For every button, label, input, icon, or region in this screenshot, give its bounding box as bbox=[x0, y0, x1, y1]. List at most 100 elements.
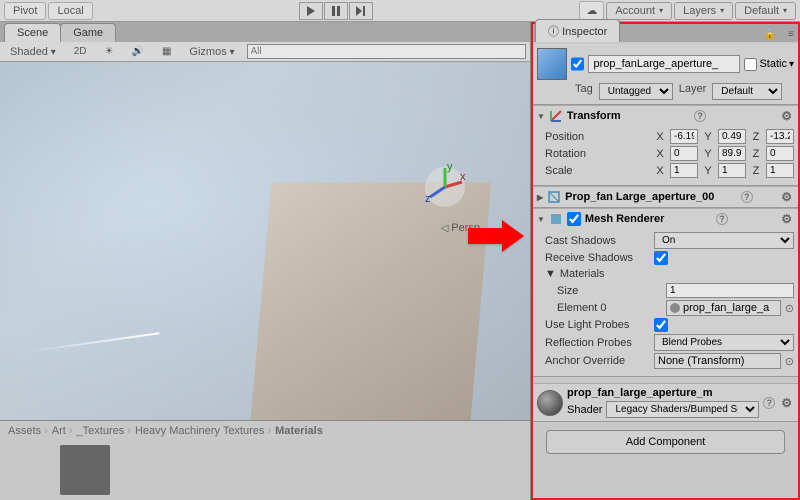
pivot-button[interactable]: Pivot bbox=[4, 2, 46, 20]
layers-dropdown[interactable]: Layers bbox=[674, 2, 733, 20]
meshrenderer-component: ▼ Mesh Renderer ? ⚙ Cast Shadows On bbox=[533, 208, 798, 377]
rotation-label: Rotation bbox=[545, 148, 650, 160]
rotation-x[interactable] bbox=[670, 146, 698, 161]
tag-label: Tag bbox=[575, 83, 593, 100]
tab-inspector[interactable]: ⓘ Inspector bbox=[535, 19, 620, 42]
light-probes-label: Use Light Probes bbox=[545, 319, 650, 331]
crumb-4[interactable]: Materials bbox=[275, 425, 323, 437]
light-probes-checkbox[interactable] bbox=[654, 318, 668, 332]
svg-text:z: z bbox=[425, 193, 431, 205]
mesh-icon bbox=[547, 190, 561, 204]
asset-thumbnail[interactable] bbox=[60, 445, 110, 495]
position-z[interactable] bbox=[766, 129, 794, 144]
material-header[interactable]: prop_fan_large_aperture_m Shader Legacy … bbox=[533, 384, 798, 421]
receive-shadows-label: Receive Shadows bbox=[545, 252, 650, 264]
crumb-0[interactable]: Assets bbox=[8, 425, 48, 437]
shader-select[interactable]: Legacy Shaders/Bumped Spe bbox=[606, 401, 759, 418]
play-button[interactable] bbox=[299, 2, 323, 20]
gear-icon[interactable]: ⚙ bbox=[779, 109, 794, 123]
gizmos-dropdown[interactable]: Gizmos ▾ bbox=[183, 44, 240, 60]
svg-text:x: x bbox=[460, 171, 466, 183]
gameobject-name-input[interactable] bbox=[588, 55, 740, 73]
material-component: prop_fan_large_aperture_m Shader Legacy … bbox=[533, 383, 798, 422]
tab-game[interactable]: Game bbox=[60, 23, 116, 42]
add-component-button[interactable]: Add Component bbox=[546, 430, 785, 454]
shading-dropdown[interactable]: Shaded ▾ bbox=[4, 44, 62, 60]
transform-component: ▼ Transform ? ⚙ Position X Y Z bbox=[533, 105, 798, 186]
crumb-1[interactable]: Art bbox=[52, 425, 73, 437]
step-button[interactable] bbox=[349, 2, 373, 20]
layer-label: Layer bbox=[679, 83, 707, 100]
object-picker-icon[interactable]: ⊙ bbox=[785, 302, 794, 315]
receive-shadows-checkbox[interactable] bbox=[654, 251, 668, 265]
tab-scene[interactable]: Scene bbox=[4, 23, 61, 42]
cloud-icon: ☁ bbox=[586, 5, 597, 17]
anchor-override-label: Anchor Override bbox=[545, 355, 650, 367]
orientation-gizmo[interactable]: x y z bbox=[420, 162, 470, 212]
meshrenderer-header[interactable]: ▼ Mesh Renderer ? ⚙ bbox=[533, 209, 798, 229]
pause-button[interactable] bbox=[324, 2, 348, 20]
rotation-y[interactable] bbox=[718, 146, 746, 161]
object-picker-icon[interactable]: ⊙ bbox=[785, 355, 794, 368]
pivot-label: Pivot bbox=[13, 5, 37, 17]
material-preview-icon bbox=[537, 390, 563, 416]
svg-text:y: y bbox=[447, 162, 453, 173]
cast-shadows-label: Cast Shadows bbox=[545, 235, 650, 247]
scale-z[interactable] bbox=[766, 163, 794, 178]
scene-search[interactable] bbox=[247, 44, 526, 59]
rotation-z[interactable] bbox=[766, 146, 794, 161]
tag-select[interactable]: Untagged bbox=[599, 83, 673, 100]
gameobject-header: Static ▾ Tag Untagged Layer Default bbox=[533, 44, 798, 105]
layer-select[interactable]: Default bbox=[712, 83, 782, 100]
materials-foldout[interactable]: ▼ Materials bbox=[545, 266, 794, 282]
active-checkbox[interactable] bbox=[571, 57, 584, 71]
element0-label: Element 0 bbox=[557, 302, 662, 314]
transform-icon bbox=[549, 109, 563, 123]
panel-menu-icon[interactable]: ≡ bbox=[782, 27, 800, 42]
scale-label: Scale bbox=[545, 165, 650, 177]
scene-tabs: Scene Game bbox=[0, 22, 530, 42]
position-x[interactable] bbox=[670, 129, 698, 144]
cast-shadows-select[interactable]: On bbox=[654, 232, 794, 249]
account-dropdown[interactable]: Account bbox=[606, 2, 672, 20]
transform-header[interactable]: ▼ Transform ? ⚙ bbox=[533, 106, 798, 126]
help-icon[interactable]: ? bbox=[763, 397, 775, 409]
meshfilter-header[interactable]: ▶ Prop_fan Large_aperture_00 ? ⚙ bbox=[533, 187, 798, 207]
gear-icon[interactable]: ⚙ bbox=[779, 396, 794, 410]
help-icon[interactable]: ? bbox=[741, 191, 753, 203]
crumb-2[interactable]: _Textures bbox=[77, 425, 131, 437]
gear-icon[interactable]: ⚙ bbox=[779, 212, 794, 226]
reflection-probes-select[interactable]: Blend Probes bbox=[654, 334, 794, 351]
scale-x[interactable] bbox=[670, 163, 698, 178]
scene-viewport[interactable]: x y z ◁ Persp bbox=[0, 62, 530, 420]
fx-icon[interactable]: ▦ bbox=[156, 44, 177, 59]
static-checkbox[interactable] bbox=[744, 58, 757, 71]
material-chip-icon bbox=[670, 303, 680, 313]
cloud-button[interactable]: ☁ bbox=[579, 1, 604, 20]
local-button[interactable]: Local bbox=[48, 2, 92, 20]
layout-dropdown[interactable]: Default bbox=[735, 2, 796, 20]
foldout-icon: ▼ bbox=[537, 112, 545, 121]
shader-label: Shader bbox=[567, 404, 602, 416]
gear-icon[interactable]: ⚙ bbox=[779, 190, 794, 204]
breadcrumb[interactable]: Assets Art _Textures Heavy Machinery Tex… bbox=[0, 421, 530, 441]
main-toolbar: Pivot Local ☁ Account Layers Default bbox=[0, 0, 800, 22]
2d-toggle[interactable]: 2D bbox=[68, 44, 93, 59]
scale-y[interactable] bbox=[718, 163, 746, 178]
renderer-enabled-checkbox[interactable] bbox=[567, 212, 581, 226]
play-controls bbox=[299, 2, 373, 20]
crumb-3[interactable]: Heavy Machinery Textures bbox=[135, 425, 271, 437]
meshfilter-component: ▶ Prop_fan Large_aperture_00 ? ⚙ bbox=[533, 186, 798, 208]
foldout-icon: ▶ bbox=[537, 193, 543, 202]
materials-size-input[interactable] bbox=[666, 283, 794, 298]
lighting-icon[interactable]: ☀ bbox=[99, 44, 120, 59]
audio-icon[interactable]: 🔊 bbox=[126, 44, 150, 59]
help-icon[interactable]: ? bbox=[694, 110, 706, 122]
position-y[interactable] bbox=[718, 129, 746, 144]
anchor-override-field[interactable]: None (Transform) bbox=[654, 353, 781, 369]
gameobject-icon[interactable] bbox=[537, 48, 567, 80]
scene-geometry bbox=[249, 182, 492, 420]
element0-field[interactable]: prop_fan_large_a bbox=[666, 300, 781, 316]
help-icon[interactable]: ? bbox=[716, 213, 728, 225]
lock-icon[interactable]: 🔒 bbox=[758, 27, 782, 42]
